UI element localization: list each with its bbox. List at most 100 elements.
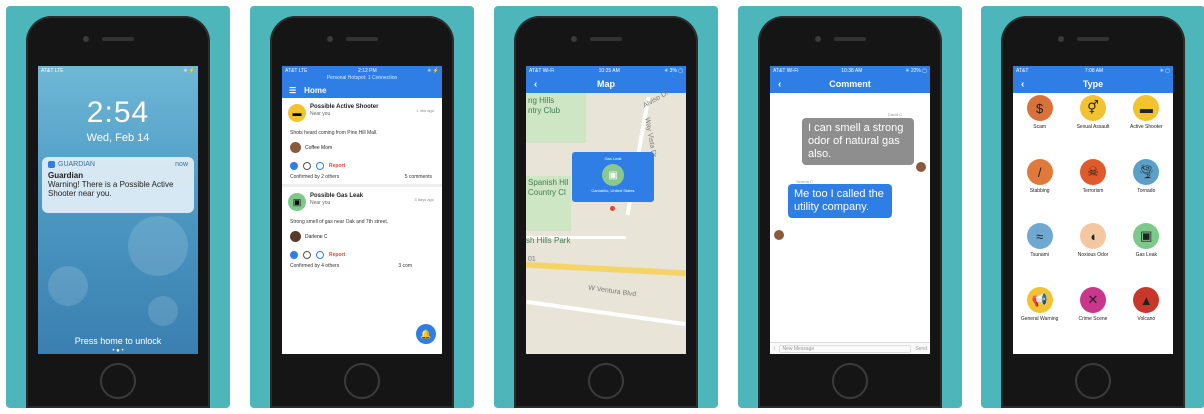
comments-count[interactable]: 3 com xyxy=(398,263,412,269)
avatar[interactable] xyxy=(916,162,926,172)
home-button[interactable] xyxy=(100,363,136,399)
type-option[interactable]: ⚥ Sexual Assault xyxy=(1066,95,1119,149)
type-option[interactable]: $ Scam xyxy=(1013,95,1066,149)
map-highway xyxy=(526,261,686,277)
type-option[interactable]: 📢 General Warning xyxy=(1013,287,1066,341)
type-label: Terrorism xyxy=(1082,188,1104,194)
type-option[interactable]: ✕ Crime Scene xyxy=(1066,287,1119,341)
incident-description: Strong smell of gas near Oak and 7th str… xyxy=(290,219,389,225)
status-bar: AT&T Wi-Fi 10:38 AM ✳ 22% ▢ xyxy=(770,66,930,75)
avatar[interactable] xyxy=(774,230,784,240)
type-navbar: ‹ Type xyxy=(1013,75,1173,93)
type-label: Gas Leak xyxy=(1135,252,1158,258)
home-button[interactable] xyxy=(832,363,868,399)
popup-location: Camarillo, United States xyxy=(591,188,635,193)
home-button[interactable] xyxy=(588,363,624,399)
status-time: 10:38 AM xyxy=(841,67,863,74)
confirm-check-icon[interactable] xyxy=(290,251,298,259)
volcano-icon: ▲ xyxy=(1133,287,1160,313)
screenshot-map: AT&T Wi-Fi 10:25 AM ✳ 3% ▢ ‹ Map ng Hill… xyxy=(494,6,718,408)
map-screen[interactable]: AT&T Wi-Fi 10:25 AM ✳ 3% ▢ ‹ Map ng Hill… xyxy=(526,66,686,354)
camera xyxy=(327,36,333,42)
home-button[interactable] xyxy=(344,363,380,399)
type-label: Crime Scene xyxy=(1078,316,1108,322)
status-icons: ✳ ▢ xyxy=(1159,67,1170,74)
menu-icon[interactable]: ☰ xyxy=(289,86,296,95)
avatar[interactable] xyxy=(290,142,301,153)
confirmed-count: Confirmed by 4 others xyxy=(290,263,340,269)
status-bar: AT&T Wi-Fi 10:25 AM ✳ 3% ▢ xyxy=(526,66,686,75)
speaker xyxy=(346,37,378,41)
screenshot-home-feed: AT&T LTE 2:12 PM ✳ ⚡ Personal Hotspot: 1… xyxy=(250,6,474,408)
type-option[interactable]: 🌪 Tornado xyxy=(1120,159,1173,213)
screenshot-type: AT&T 7:08 AM ✳ ▢ ‹ Type $ Scam ⚥ Sexual Ass… xyxy=(981,6,1204,408)
report-button[interactable]: Report xyxy=(329,252,345,258)
comment-icon[interactable] xyxy=(303,251,311,259)
incident-card[interactable]: ▣ Possible Gas Leak Near you 3 days ago … xyxy=(282,187,442,273)
knife-icon: / xyxy=(1026,159,1053,185)
location-pin-icon[interactable] xyxy=(316,162,324,170)
send-button[interactable]: Send xyxy=(915,346,927,352)
carrier-label: AT&T LTE xyxy=(41,67,64,74)
type-option[interactable]: ◖ Noxious Odor xyxy=(1066,223,1119,277)
guardian-app-icon xyxy=(48,161,55,168)
attach-icon[interactable]: ⌇ xyxy=(773,346,775,352)
status-time: 10:25 AM xyxy=(598,67,620,74)
phone-frame: AT&T LTE 2:12 PM ✳ ⚡ Personal Hotspot: 1… xyxy=(270,16,454,408)
page-dots: • ● • xyxy=(112,348,124,354)
screenshot-comment: AT&T Wi-Fi 10:38 AM ✳ 22% ▢ ‹ Comment Da… xyxy=(738,6,962,408)
map-label: Spanish Hil xyxy=(528,178,569,187)
lock-time: 2:54 xyxy=(86,96,150,129)
status-bar: AT&T 7:08 AM ✳ ▢ xyxy=(1013,66,1173,75)
type-option[interactable]: / Stabbing xyxy=(1013,159,1066,213)
incident-subtitle: Near you xyxy=(310,200,331,206)
type-option[interactable]: ▬ Active Shooter xyxy=(1120,95,1173,149)
user-name[interactable]: Coffee Mom xyxy=(305,145,332,151)
nose-icon: ◖ xyxy=(1079,223,1106,249)
type-label: Sexual Assault xyxy=(1076,124,1110,130)
notif-app-name: GUARDIAN xyxy=(58,161,95,168)
camera xyxy=(1058,36,1064,42)
notif-title: Guardian xyxy=(48,171,84,180)
home-navbar: ☰ Home xyxy=(282,82,442,98)
status-icons: ✳ 3% ▢ xyxy=(664,67,683,74)
user-name[interactable]: Darlene C xyxy=(305,234,328,240)
map-pin-icon[interactable] xyxy=(610,206,615,211)
comment-icon[interactable] xyxy=(303,162,311,170)
status-icons: ✳ 22% ▢ xyxy=(905,67,927,74)
back-chevron-icon[interactable]: ‹ xyxy=(534,79,537,90)
gun-icon: ▬ xyxy=(1133,95,1160,121)
tornado-icon: 🌪 xyxy=(1133,159,1160,185)
map-street xyxy=(526,299,686,327)
home-screen: AT&T LTE 2:12 PM ✳ ⚡ Personal Hotspot: 1… xyxy=(282,66,442,354)
incident-subtitle: Near you xyxy=(310,111,331,117)
gas-tank-icon: ▣ xyxy=(602,164,624,186)
notification-banner[interactable]: GUARDIAN now Guardian Warning! There is … xyxy=(42,157,194,213)
screenshot-lock-screen: AT&T LTE ✳ ⚡ 2:54 Wed, Feb 14 GUARDIAN n… xyxy=(6,6,230,408)
map-incident-popup[interactable]: Gas Leak ▣ Camarillo, United States xyxy=(572,152,654,202)
location-pin-icon[interactable] xyxy=(316,251,324,259)
type-option[interactable]: ▣ Gas Leak xyxy=(1120,223,1173,277)
confirmed-count: Confirmed by 2 others xyxy=(290,174,340,180)
status-icons: ✳ ⚡ xyxy=(427,67,439,74)
home-button[interactable] xyxy=(1075,363,1111,399)
comments-count[interactable]: 5 comments xyxy=(405,174,432,180)
type-screen: AT&T 7:08 AM ✳ ▢ ‹ Type $ Scam ⚥ Sexual Ass… xyxy=(1013,66,1173,354)
message-input[interactable]: New Message xyxy=(779,344,912,353)
type-option[interactable]: ▲ Volcano xyxy=(1120,287,1173,341)
confirm-check-icon[interactable] xyxy=(290,162,298,170)
back-chevron-icon[interactable]: ‹ xyxy=(778,79,781,90)
map-label: 01 xyxy=(528,256,536,263)
carrier-label: AT&T Wi-Fi xyxy=(773,67,799,74)
status-time: 2:12 PM xyxy=(358,67,377,74)
message-bubble: Me too I called the utility company. xyxy=(788,184,892,218)
alert-bell-button[interactable]: 🔔 xyxy=(416,324,436,344)
incident-card[interactable]: ▬ Possible Active Shooter Near you 1 min… xyxy=(282,98,442,187)
type-option[interactable]: ☠ Terrorism xyxy=(1066,159,1119,213)
hotspot-banner[interactable]: Personal Hotspot: 1 Connection xyxy=(282,75,442,82)
back-chevron-icon[interactable]: ‹ xyxy=(1021,79,1024,90)
report-button[interactable]: Report xyxy=(329,163,345,169)
type-option[interactable]: ≈ Tsunami xyxy=(1013,223,1066,277)
gender-icon: ⚥ xyxy=(1079,95,1106,121)
avatar[interactable] xyxy=(290,231,301,242)
